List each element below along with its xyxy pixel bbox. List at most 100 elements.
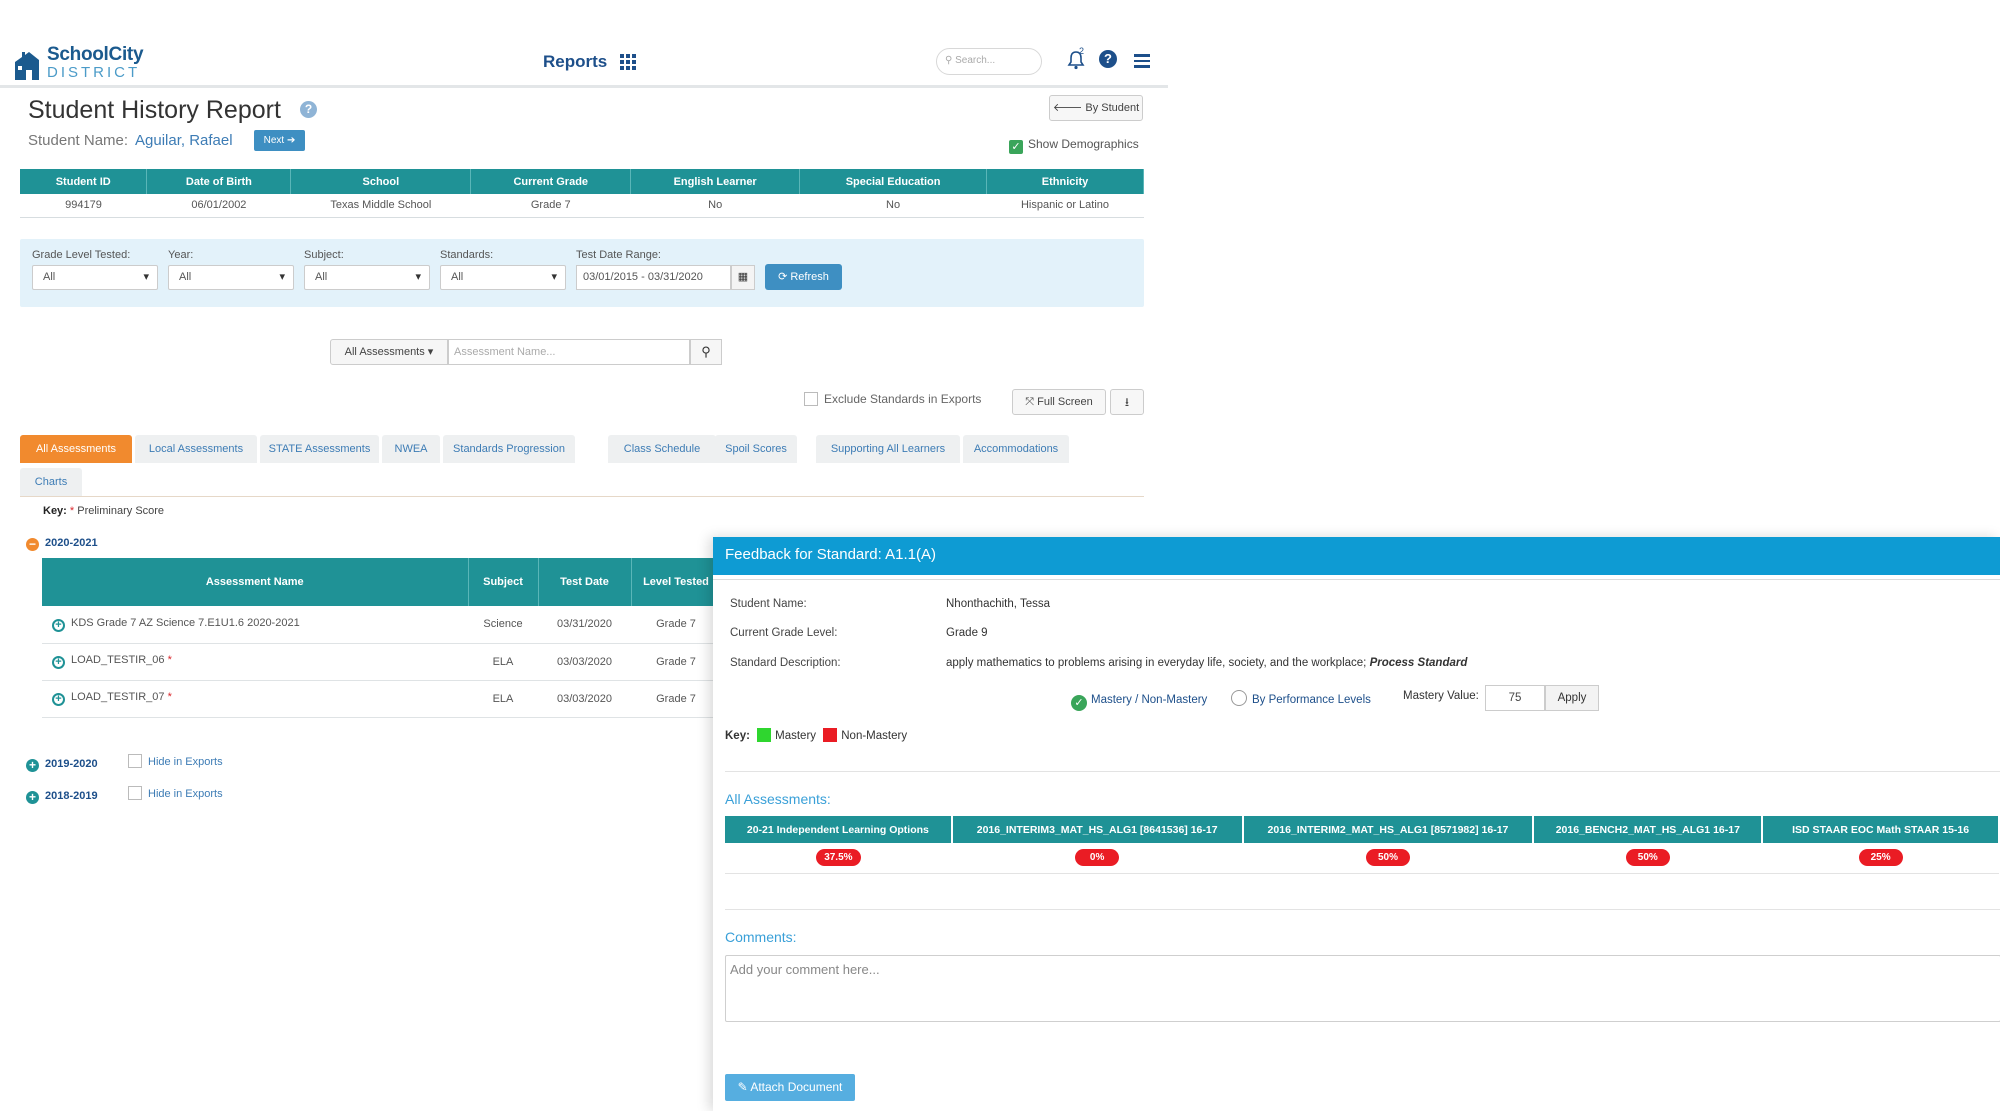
calendar-icon[interactable]: ▦ [731,265,755,290]
year-filter-select[interactable]: All [168,265,294,290]
all-assessments-title: All Assessments: [725,791,831,807]
demographics-row: 994179 06/01/2002 Texas Middle School Gr… [20,194,1144,218]
standards-filter-select[interactable]: All [440,265,566,290]
column-header: Ethnicity [986,169,1144,194]
expand-row-icon[interactable]: + [52,656,65,669]
preliminary-star: * [167,654,172,666]
modal-title: Feedback for Standard: A1.1(A) [713,537,2000,575]
feedback-assessments-table: 20-21 Independent Learning Options 2016_… [725,816,2000,874]
column-header: English Learner [630,169,801,194]
page-title: Student History Report [28,96,281,124]
table-row[interactable]: + KDS Grade 7 AZ Science 7.E1U1.6 2020-20… [42,606,721,644]
table-cell: Grade 7 [631,643,721,681]
hamburger-menu-icon[interactable] [1134,54,1150,68]
column-header: Special Education [799,169,988,194]
tab-nwea[interactable]: NWEA [382,435,440,463]
checkbox[interactable] [804,392,818,406]
date-range-input[interactable]: 03/01/2015 - 03/31/2020 [576,265,731,290]
assessments-header-row: Assessment Name Subject Test Date Level … [42,558,722,606]
subject-filter-select[interactable]: All [304,265,430,290]
hide-in-exports-toggle[interactable]: Hide in Exports [128,784,223,802]
column-header: 2016_INTERIM3_MAT_HS_ALG1 [8641536] 16-1… [951,816,1244,843]
year-toggle-closed[interactable]: +2019-2020 [26,754,98,772]
score-badge[interactable]: 37.5% [816,849,861,867]
search-icon: ⚲ [701,344,711,359]
refresh-button[interactable]: ⟳ Refresh [765,264,842,290]
table-cell: Grade 7 [470,194,631,218]
exclude-standards-toggle[interactable]: Exclude Standards in Exports [804,392,981,406]
preliminary-star: * [69,505,75,517]
show-demographics-toggle[interactable]: ✓ Show Demographics [1009,137,1139,154]
grade-filter-select[interactable]: All [32,265,158,290]
assessment-name-cell[interactable]: + LOAD_TESTIR_07 * [42,680,468,718]
filter-panel: Grade Level Tested: All Year: All Subjec… [20,239,1144,307]
search-placeholder: Search... [955,55,996,66]
assessment-type-dropdown[interactable]: All Assessments ▾ [330,339,448,365]
search-icon: ⚲ [945,55,956,66]
apps-grid-icon[interactable] [620,54,636,70]
grade-level-value: Grade 9 [946,627,988,639]
by-student-button[interactable]: 🡐 By Student [1049,95,1143,121]
table-cell: Grade 7 [631,680,721,718]
score-badge[interactable]: 25% [1858,849,1903,867]
checkbox[interactable] [128,786,142,800]
tab-local-assessments[interactable]: Local Assessments [135,435,257,463]
nav-reports[interactable]: Reports [543,52,607,72]
key-mastery-label: Mastery [775,730,817,742]
attach-document-button[interactable]: ✎ Attach Document [725,1074,855,1101]
minus-circle-icon[interactable]: − [26,538,39,551]
column-header: Student ID [20,169,148,194]
radio-selected-icon[interactable]: ✓ [1071,695,1087,711]
download-icon[interactable]: ⭳ [1110,389,1144,415]
expand-row-icon[interactable]: + [52,693,65,706]
full-screen-button[interactable]: ⤧ Full Screen [1012,389,1106,415]
table-cell: No [799,194,987,218]
feedback-header-row: 20-21 Independent Learning Options 2016_… [725,816,2000,843]
tab-spoil-scores[interactable]: Spoil Scores [715,435,797,463]
logo-subtitle: DISTRICT [47,64,141,81]
year-toggle-open[interactable]: −2020-2021 [26,533,98,551]
plus-circle-icon[interactable]: + [26,791,39,804]
tab-charts[interactable]: Charts [20,468,82,496]
student-name[interactable]: Aguilar, Rafael [135,132,233,149]
assessment-name-input[interactable]: Assessment Name... [448,339,690,365]
score-badge[interactable]: 50% [1365,849,1410,867]
score-badge[interactable]: 0% [1075,849,1120,867]
score-badge[interactable]: 50% [1625,849,1670,867]
tab-standards-progression[interactable]: Standards Progression [443,435,575,463]
grade-level-label: Current Grade Level: [730,627,838,639]
table-cell: No [630,194,800,218]
feedback-score-row: 37.5% 0% 50% 50% 25% [725,843,1999,874]
table-row[interactable]: + LOAD_TESTIR_07 * ELA 03/03/2020 Grade 7 [42,680,721,718]
title-help-icon[interactable]: ? [300,101,317,118]
tab-class-schedule[interactable]: Class Schedule [608,435,716,463]
assessments-table: Assessment Name Subject Test Date Level … [42,558,722,718]
performance-levels-radio[interactable]: By Performance Levels [1231,690,1371,708]
radio-unselected-icon[interactable] [1231,690,1247,706]
assessment-name-cell[interactable]: + KDS Grade 7 AZ Science 7.E1U1.6 2020-20… [42,606,468,644]
apply-button[interactable]: Apply [1545,685,1599,711]
help-icon[interactable]: ? [1099,50,1117,68]
tab-all-assessments[interactable]: All Assessments [20,435,132,463]
plus-circle-icon[interactable]: + [26,759,39,772]
logo[interactable]: SchoolCity DISTRICT [12,44,152,84]
year-toggle-closed[interactable]: +2018-2019 [26,786,98,804]
table-cell: Hispanic or Latino [986,194,1144,218]
tab-supporting-all-learners[interactable]: Supporting All Learners [816,435,960,463]
table-row[interactable]: + LOAD_TESTIR_06 * ELA 03/03/2020 Grade 7 [42,643,721,681]
global-search-input[interactable]: ⚲ Search... [936,48,1042,75]
mastery-value-input[interactable]: 75 [1485,685,1545,711]
mastery-radio[interactable]: ✓ Mastery / Non-Mastery [1071,690,1207,711]
checkbox-checked-icon[interactable]: ✓ [1009,140,1023,154]
next-student-button[interactable]: Next ➔ [254,130,305,151]
comment-textarea[interactable]: Add your comment here... [725,955,2000,1022]
show-demographics-label: Show Demographics [1028,137,1139,151]
tab-state-assessments[interactable]: STATE Assessments [260,435,379,463]
checkbox[interactable] [128,754,142,768]
tab-accommodations[interactable]: Accommodations [963,435,1069,463]
assessment-name-cell[interactable]: + LOAD_TESTIR_06 * [42,643,468,681]
expand-row-icon[interactable]: + [52,618,65,632]
hide-in-exports-toggle[interactable]: Hide in Exports [128,752,223,770]
assessment-search-button[interactable]: ⚲ [690,339,722,365]
table-cell: ELA [468,680,538,718]
